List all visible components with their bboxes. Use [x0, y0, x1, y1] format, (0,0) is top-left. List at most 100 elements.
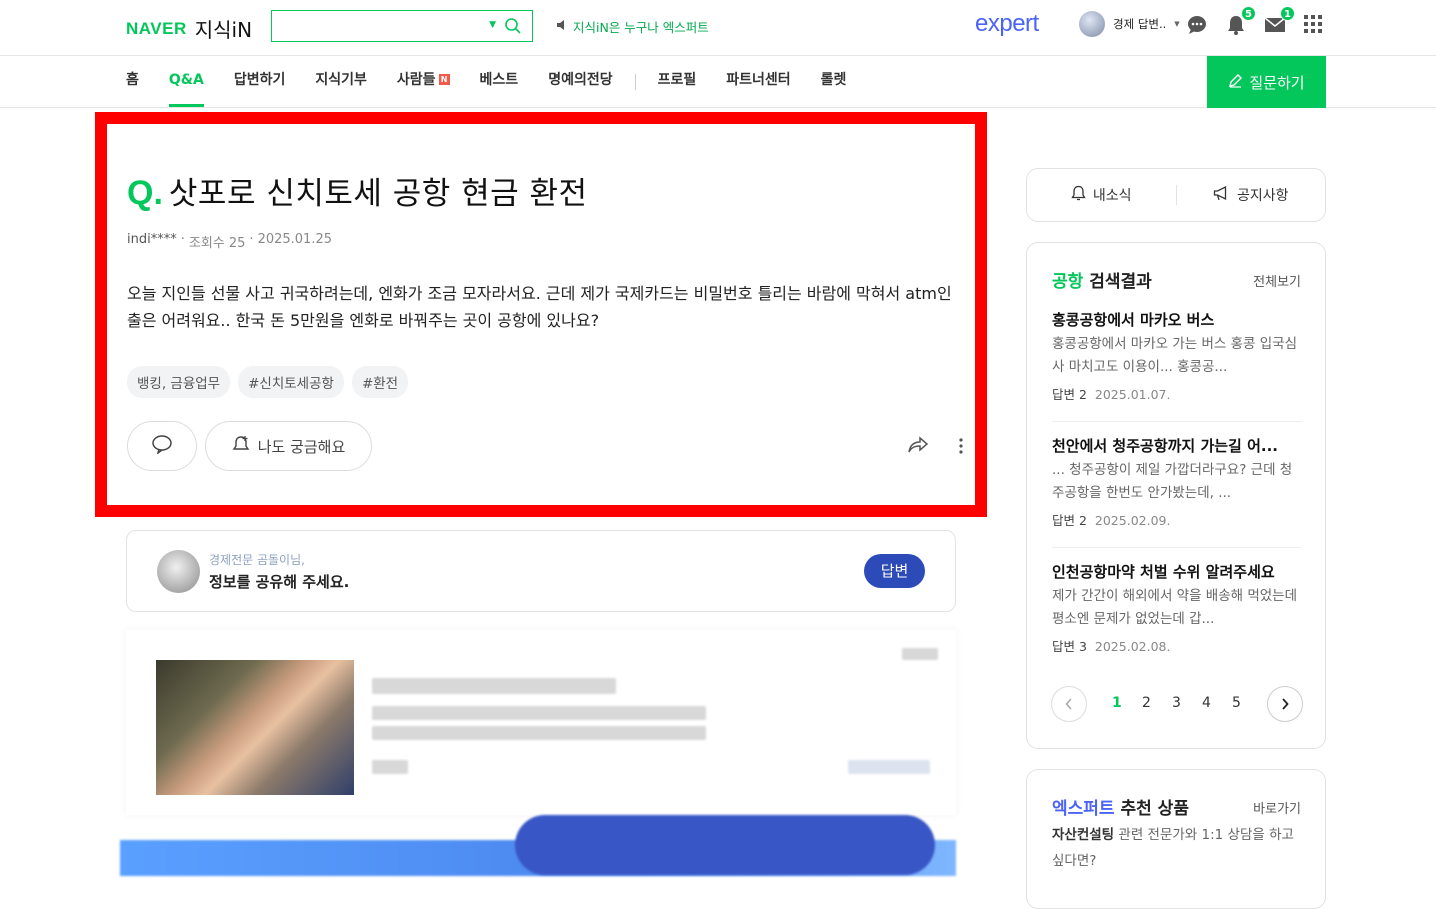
mail-icon[interactable]: 1: [1264, 6, 1295, 36]
top-bar: NAVER 지식iN ▼ 지식iN은 누구나 엑스퍼트 expert 경제 답변…: [0, 0, 1436, 56]
tag-airport[interactable]: #신치토세공항: [238, 366, 344, 398]
divider: [1052, 421, 1302, 422]
pencil-icon: [1228, 73, 1243, 92]
avatar[interactable]: [1079, 11, 1105, 37]
curious-label[interactable]: 나도 궁금해요: [258, 436, 346, 457]
list-item[interactable]: 홍콩공항에서 마카오 버스 홍콩공항에서 마카오 가는 버스 홍콩 입국심사 마…: [1052, 309, 1302, 403]
question-date: 2025.01.25: [257, 232, 332, 247]
result-desc[interactable]: 홍콩공항에서 마카오 가는 버스 홍콩 입국심사 마치고도 이용이... 홍콩공…: [1052, 333, 1302, 379]
page-4[interactable]: 4: [1202, 695, 1211, 711]
nav-profile[interactable]: 프로필: [658, 56, 697, 107]
nav-partner-center[interactable]: 파트너센터: [726, 56, 790, 107]
user-name[interactable]: 경제 답변..: [1113, 16, 1166, 32]
expert-title-suffix: 추천 상품: [1120, 799, 1189, 819]
expert-notice-link[interactable]: 지식iN은 누구나 엑스퍼트: [556, 17, 709, 36]
blurred-ad-card[interactable]: [126, 630, 956, 815]
apps-grid-icon[interactable]: [1303, 14, 1325, 36]
chevron-down-icon[interactable]: ▼: [1174, 20, 1179, 28]
my-news-link[interactable]: 내소식: [1027, 185, 1176, 205]
expert-desc-strong[interactable]: 자산컨설팅: [1052, 827, 1114, 843]
nav-people[interactable]: 사람들 N: [397, 56, 450, 107]
question-author[interactable]: indi****: [127, 232, 177, 251]
prev-page-button[interactable]: [1051, 686, 1087, 722]
question-views: 조회수 25: [188, 236, 246, 251]
tag-exchange[interactable]: #환전: [351, 366, 409, 398]
nav-home[interactable]: 홈: [126, 56, 139, 107]
result-answers-label: 답변: [1052, 513, 1076, 528]
user-menu[interactable]: 경제 답변.. ▼: [1079, 11, 1180, 37]
ask-question-button[interactable]: 질문하기: [1207, 56, 1326, 108]
ad-label: [902, 648, 938, 660]
page-3[interactable]: 3: [1172, 695, 1181, 711]
my-news-label[interactable]: 내소식: [1093, 185, 1132, 205]
mail-badge: 1: [1280, 6, 1295, 21]
search-results-panel: 공항 검색결과 전체보기 홍콩공항에서 마카오 버스 홍콩공항에서 마카오 가는…: [1026, 242, 1326, 749]
expert-logo[interactable]: expert: [975, 10, 1039, 38]
ad-image[interactable]: [156, 660, 354, 795]
search-dropdown-icon[interactable]: ▼: [489, 20, 496, 30]
tag-category[interactable]: 뱅킹, 금융업무: [127, 366, 231, 398]
list-item[interactable]: 인천공항마약 처벌 수위 알려주세요 제가 간간이 해외에서 약을 배송해 먹었…: [1052, 561, 1302, 655]
expert-go-link[interactable]: 바로가기: [1253, 798, 1301, 817]
more-options-icon[interactable]: [958, 438, 964, 458]
naver-kin-logo[interactable]: NAVER 지식iN: [126, 14, 252, 43]
list-item[interactable]: 천안에서 청주공항까지 가는길 어... ... 청주공항이 제일 가깝더라구요…: [1052, 435, 1302, 529]
share-icon[interactable]: [907, 436, 929, 458]
search-results-suffix: 검색결과: [1089, 272, 1152, 292]
answer-button[interactable]: 답변: [864, 554, 925, 588]
blurred-text: [372, 706, 706, 720]
expert-recommend-panel: 엑스퍼트 추천 상품 바로가기 자산컨설팅 관련 전문가와 1:1 상담을 하고…: [1026, 769, 1326, 909]
notice-text[interactable]: 지식iN은 누구나 엑스퍼트: [573, 17, 709, 36]
result-answers: 2: [1079, 513, 1087, 528]
blurred-text: [372, 726, 706, 740]
search-input[interactable]: [280, 11, 480, 39]
notices-label[interactable]: 공지사항: [1237, 185, 1289, 205]
notices-link[interactable]: 공지사항: [1177, 185, 1326, 205]
naver-logo[interactable]: NAVER: [126, 19, 187, 39]
answer-prompt-main: 정보를 공유해 주세요.: [209, 573, 350, 591]
result-answers: 2: [1079, 387, 1087, 402]
nav-qna[interactable]: Q&A: [168, 56, 204, 107]
bell-icon[interactable]: 5: [1225, 6, 1256, 36]
view-all-link[interactable]: 전체보기: [1253, 271, 1301, 290]
new-badge: N: [438, 74, 450, 85]
question-mark: Q.: [127, 174, 163, 212]
nav-answer[interactable]: 답변하기: [234, 56, 286, 107]
next-page-button[interactable]: [1267, 686, 1303, 722]
answer-prompt-sub: 경제전문 곰돌이님,: [209, 553, 305, 567]
comment-button[interactable]: [127, 421, 197, 471]
result-title[interactable]: 인천공항마약 처벌 수위 알려주세요: [1052, 561, 1302, 582]
question-actions: 나도 궁금해요: [127, 421, 372, 471]
alarm-badge: 5: [1241, 6, 1256, 21]
search-keyword: 공항: [1052, 272, 1084, 292]
search-icon[interactable]: [504, 17, 522, 39]
result-title[interactable]: 천안에서 청주공항까지 가는길 어...: [1052, 435, 1302, 456]
nav-roulette[interactable]: 롤렛: [821, 56, 847, 107]
top-icons: 5 1: [1186, 6, 1325, 36]
page-1[interactable]: 1: [1112, 695, 1122, 711]
divider: [1052, 547, 1302, 548]
result-date: 2025.02.08.: [1094, 639, 1171, 654]
result-title[interactable]: 홍콩공항에서 마카오 버스: [1052, 309, 1302, 330]
speaker-icon: [556, 19, 568, 34]
page-5[interactable]: 5: [1232, 695, 1241, 711]
page-2[interactable]: 2: [1142, 695, 1151, 711]
expert-desc[interactable]: 자산컨설팅 관련 전문가와 1:1 상담을 하고 싶다면?: [1052, 822, 1307, 874]
search-results-title: 공항 검색결과: [1052, 267, 1152, 292]
nav-donate[interactable]: 지식기부: [315, 56, 367, 107]
blurred-text: [848, 760, 930, 774]
blurred-banner-button[interactable]: [515, 815, 935, 875]
nav-best[interactable]: 베스트: [480, 56, 519, 107]
comment-icon: [151, 434, 173, 458]
result-desc[interactable]: ... 청주공항이 제일 가깝더라구요? 근데 청주공항을 한번도 안가봤는데,…: [1052, 459, 1302, 505]
pagination: 1 2 3 4 5: [1051, 686, 1303, 722]
kin-logo[interactable]: 지식iN: [195, 14, 252, 43]
result-desc[interactable]: 제가 간간이 해외에서 약을 배송해 먹었는데 평소엔 문제가 없었는데 갑..…: [1052, 585, 1302, 631]
ask-question-label[interactable]: 질문하기: [1249, 72, 1304, 93]
nav-people-label[interactable]: 사람들: [397, 72, 436, 88]
curious-button[interactable]: 나도 궁금해요: [205, 421, 372, 471]
chevron-right-icon: [1282, 698, 1289, 710]
result-date: 2025.02.09.: [1094, 513, 1171, 528]
nav-hall-of-fame[interactable]: 명예의전당: [548, 56, 612, 107]
chat-icon[interactable]: [1186, 14, 1208, 36]
